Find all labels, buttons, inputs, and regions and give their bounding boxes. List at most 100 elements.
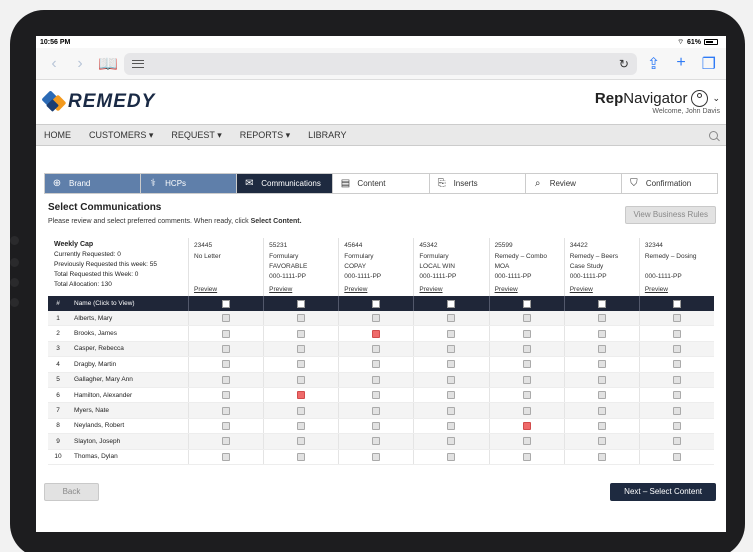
communication-checkbox[interactable] (597, 344, 606, 353)
communication-checkbox[interactable] (522, 437, 531, 446)
communication-checkbox[interactable] (447, 391, 456, 400)
communication-checkbox[interactable] (372, 452, 381, 461)
communication-checkbox[interactable] (597, 329, 606, 338)
step-content[interactable]: ▤ Content (333, 174, 430, 193)
hcp-name-link[interactable]: Dragby, Martin (68, 361, 188, 368)
communication-checkbox[interactable] (597, 452, 606, 461)
communication-checkbox[interactable] (522, 391, 531, 400)
preview-link[interactable]: Preview (570, 285, 639, 295)
communication-checkbox[interactable] (447, 421, 456, 430)
reader-icon[interactable] (132, 59, 144, 68)
chevron-down-icon[interactable]: ⌄ (712, 93, 720, 104)
share-icon[interactable]: ⇪ (647, 54, 660, 74)
hcp-name-link[interactable]: Brooks, James (68, 330, 188, 337)
select-all-checkbox[interactable] (372, 299, 381, 308)
communication-checkbox[interactable] (297, 329, 306, 338)
communication-checkbox[interactable] (222, 329, 231, 338)
communication-checkbox[interactable] (447, 452, 456, 461)
back-button[interactable]: Back (44, 483, 99, 501)
hcp-name-link[interactable]: Myers, Nate (68, 407, 188, 414)
communication-checkbox[interactable] (297, 421, 306, 430)
select-all-checkbox[interactable] (597, 299, 606, 308)
step-confirmation[interactable]: ⛉ Confirmation (621, 174, 717, 193)
tabs-icon[interactable]: ❐ (702, 54, 716, 74)
communication-checkbox[interactable] (672, 421, 681, 430)
communication-checkbox[interactable] (297, 437, 306, 446)
communication-checkbox[interactable] (672, 375, 681, 384)
communication-checkbox[interactable] (672, 344, 681, 353)
communication-checkbox[interactable] (447, 329, 456, 338)
communication-checkbox[interactable] (297, 375, 306, 384)
communication-checkbox[interactable] (222, 391, 231, 400)
communication-checkbox[interactable] (447, 437, 456, 446)
communication-checkbox[interactable] (372, 329, 381, 338)
select-all-checkbox[interactable] (297, 299, 306, 308)
step-hcps[interactable]: ⚕ HCPs (141, 174, 238, 193)
step-review[interactable]: ⌕ Review (525, 174, 622, 193)
nav-reports[interactable]: REPORTS ▾ (240, 130, 290, 141)
communication-checkbox[interactable] (522, 360, 531, 369)
communication-checkbox[interactable] (597, 391, 606, 400)
communication-checkbox[interactable] (672, 391, 681, 400)
nav-library[interactable]: LIBRARY (308, 130, 346, 141)
communication-checkbox[interactable] (372, 437, 381, 446)
communication-checkbox[interactable] (672, 360, 681, 369)
communication-checkbox[interactable] (672, 329, 681, 338)
hcp-name-link[interactable]: Thomas, Dylan (68, 453, 188, 460)
communication-checkbox[interactable] (222, 375, 231, 384)
communication-checkbox[interactable] (597, 437, 606, 446)
hcp-name-link[interactable]: Alberts, Mary (68, 315, 188, 322)
remedy-logo[interactable]: REMEDY (41, 90, 155, 113)
communication-checkbox[interactable] (522, 329, 531, 338)
communication-checkbox[interactable] (597, 360, 606, 369)
step-inserts[interactable]: ⎘ Inserts (429, 174, 526, 193)
communication-checkbox[interactable] (372, 421, 381, 430)
communication-checkbox[interactable] (297, 344, 306, 353)
select-all-checkbox[interactable] (522, 299, 531, 308)
preview-link[interactable]: Preview (419, 285, 488, 295)
nav-home[interactable]: HOME (44, 130, 71, 141)
communication-checkbox[interactable] (297, 452, 306, 461)
communication-checkbox[interactable] (297, 391, 306, 400)
address-bar[interactable]: ↻ (124, 52, 637, 75)
select-all-checkbox[interactable] (672, 299, 681, 308)
preview-link[interactable]: Preview (344, 285, 413, 295)
user-account-icon[interactable] (691, 89, 709, 107)
communication-checkbox[interactable] (597, 375, 606, 384)
forward-arrow-icon[interactable]: › (72, 55, 88, 73)
communication-checkbox[interactable] (297, 406, 306, 415)
communication-checkbox[interactable] (447, 360, 456, 369)
communication-checkbox[interactable] (672, 314, 681, 323)
communication-checkbox[interactable] (222, 314, 231, 323)
communication-checkbox[interactable] (447, 375, 456, 384)
communication-checkbox[interactable] (222, 437, 231, 446)
hcp-name-link[interactable]: Gallagher, Mary Ann (68, 376, 188, 383)
preview-link[interactable]: Preview (645, 285, 714, 295)
next-select-content-button[interactable]: Next – Select Content (610, 483, 716, 501)
communication-checkbox[interactable] (372, 375, 381, 384)
view-business-rules-button[interactable]: View Business Rules (625, 206, 716, 224)
select-all-checkbox[interactable] (447, 299, 456, 308)
new-tab-icon[interactable]: + (676, 54, 685, 74)
communication-checkbox[interactable] (597, 406, 606, 415)
communication-checkbox[interactable] (447, 344, 456, 353)
communication-checkbox[interactable] (522, 406, 531, 415)
hcp-name-link[interactable]: Neylands, Robert (68, 422, 188, 429)
step-brand[interactable]: ⊕ Brand (45, 174, 142, 193)
communication-checkbox[interactable] (597, 314, 606, 323)
preview-link[interactable]: Preview (269, 285, 338, 295)
communication-checkbox[interactable] (522, 452, 531, 461)
back-arrow-icon[interactable]: ‹ (46, 55, 62, 73)
communication-checkbox[interactable] (372, 314, 381, 323)
communication-checkbox[interactable] (222, 344, 231, 353)
communication-checkbox[interactable] (222, 360, 231, 369)
communication-checkbox[interactable] (522, 375, 531, 384)
nav-customers[interactable]: CUSTOMERS ▾ (89, 130, 153, 141)
search-icon[interactable] (709, 130, 718, 140)
communication-checkbox[interactable] (522, 344, 531, 353)
nav-request[interactable]: REQUEST ▾ (171, 130, 221, 141)
select-all-checkbox[interactable] (222, 299, 231, 308)
preview-link[interactable]: Preview (495, 285, 564, 295)
bookmarks-icon[interactable]: 📖 (98, 54, 118, 74)
reload-icon[interactable]: ↻ (619, 57, 629, 71)
